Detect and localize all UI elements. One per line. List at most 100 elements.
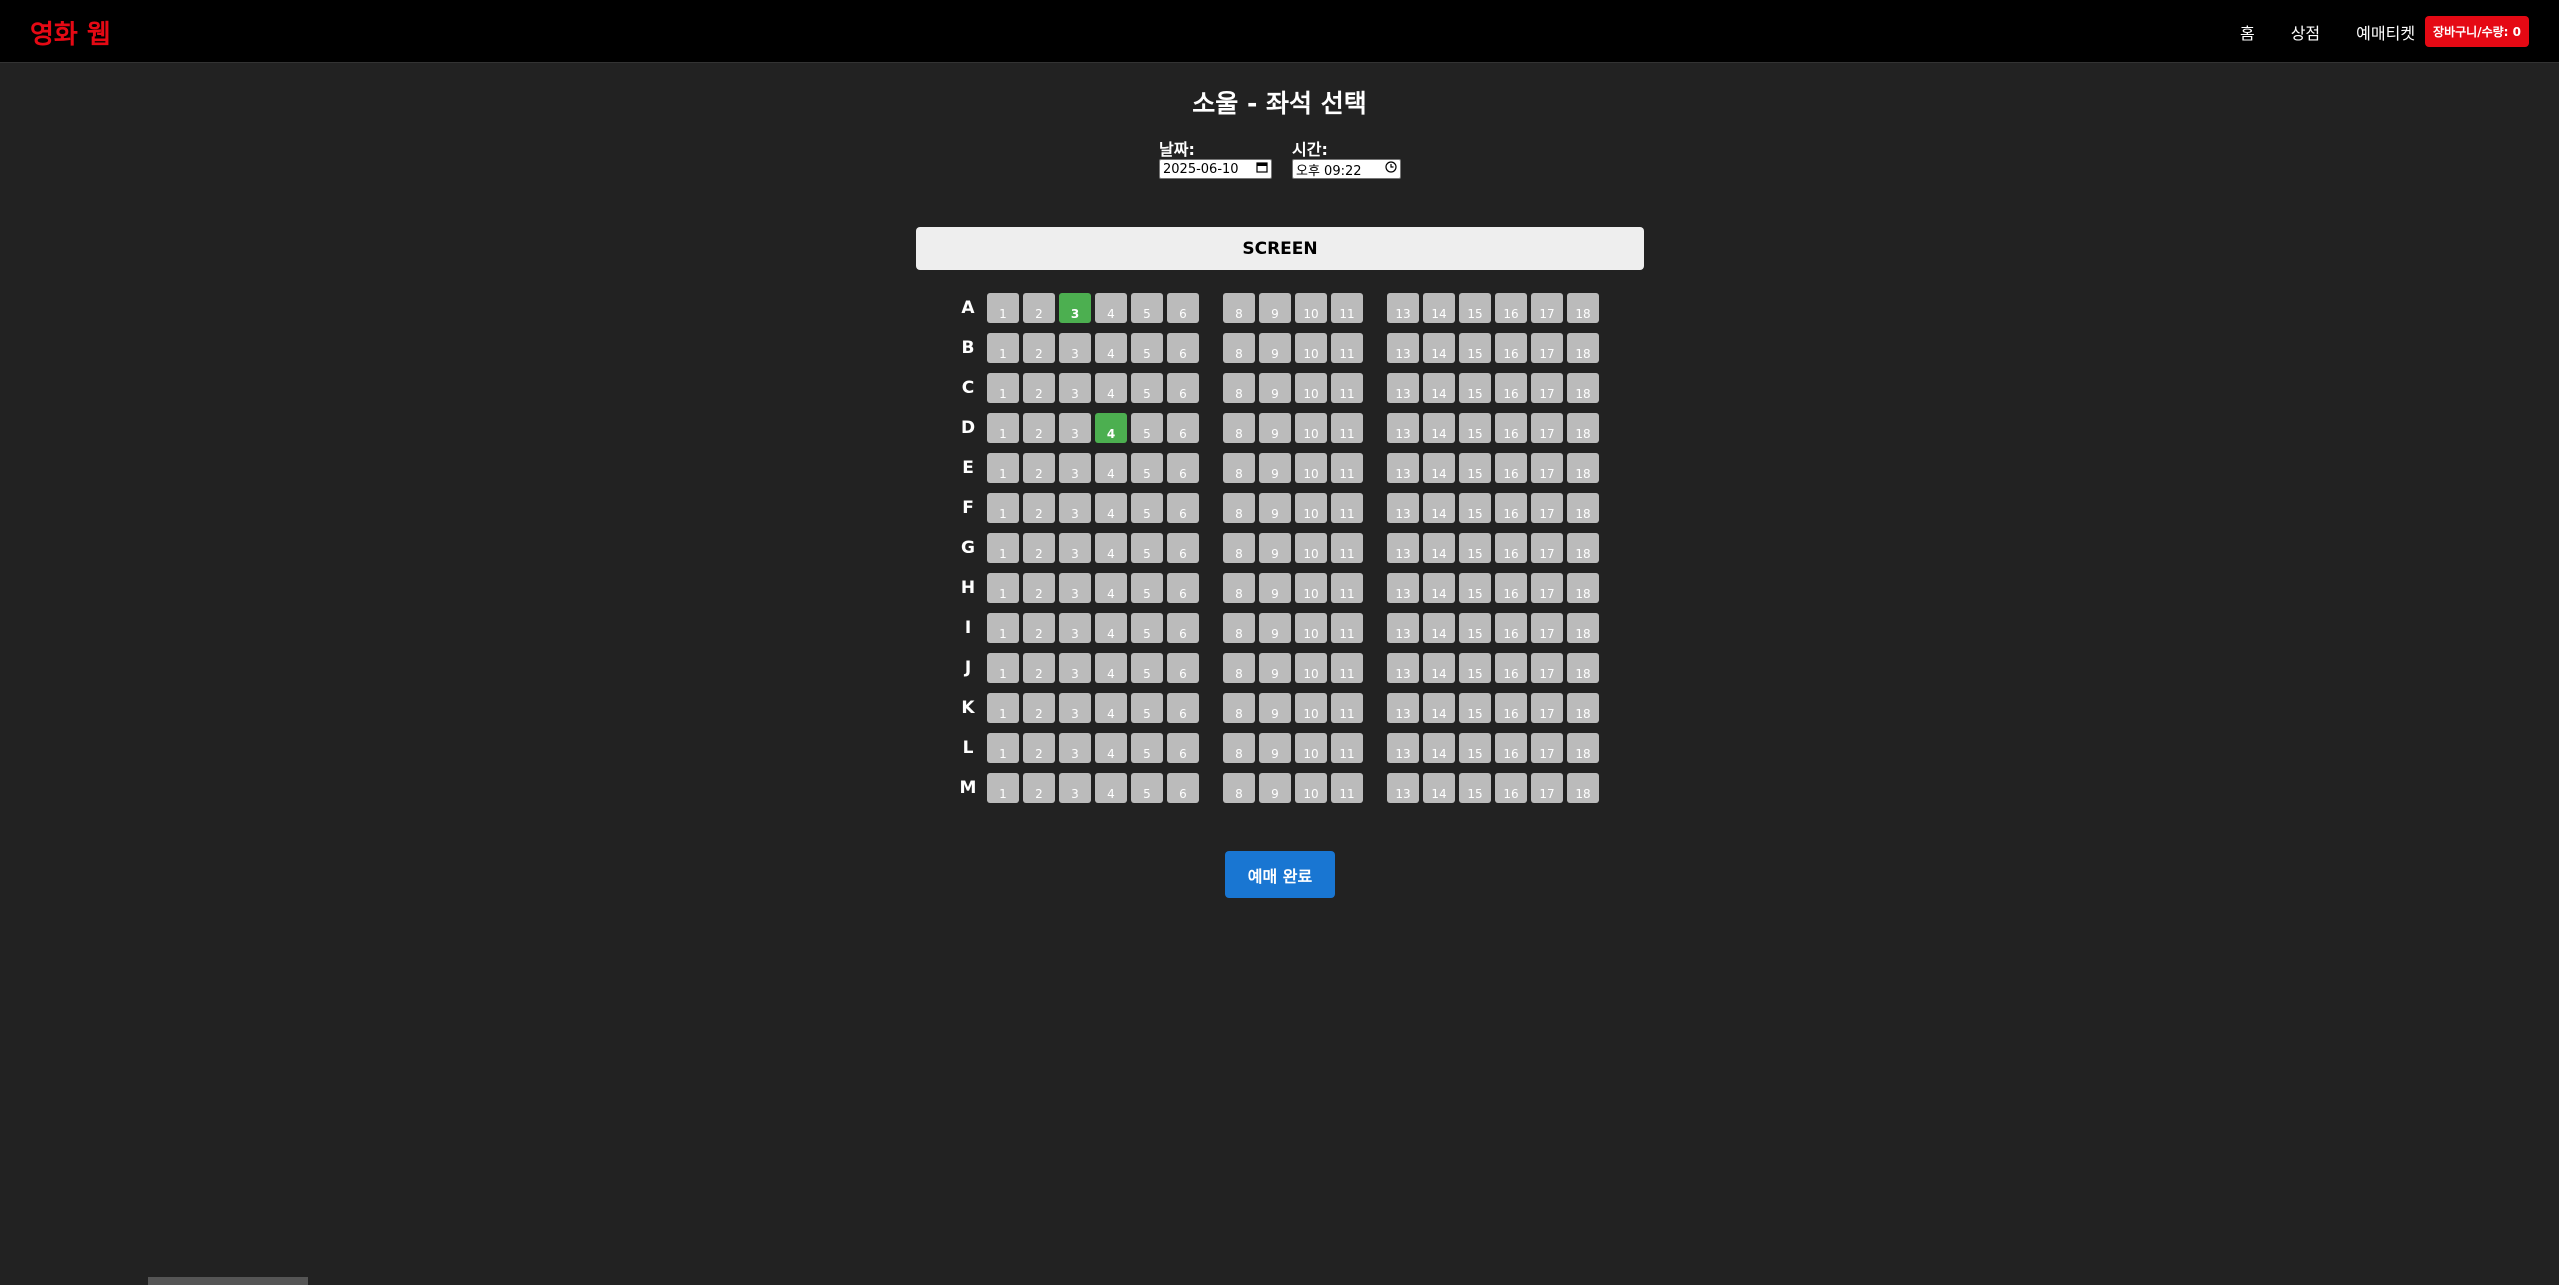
seat-k-4[interactable]: 4 — [1095, 693, 1127, 723]
seat-j-9[interactable]: 9 — [1259, 653, 1291, 683]
seat-k-18[interactable]: 18 — [1567, 693, 1599, 723]
seat-d-18[interactable]: 18 — [1567, 413, 1599, 443]
seat-m-6[interactable]: 6 — [1167, 773, 1199, 803]
seat-e-14[interactable]: 14 — [1423, 453, 1455, 483]
seat-f-16[interactable]: 16 — [1495, 493, 1527, 523]
seat-f-9[interactable]: 9 — [1259, 493, 1291, 523]
seat-f-4[interactable]: 4 — [1095, 493, 1127, 523]
seat-k-3[interactable]: 3 — [1059, 693, 1091, 723]
seat-c-8[interactable]: 8 — [1223, 373, 1255, 403]
seat-b-17[interactable]: 17 — [1531, 333, 1563, 363]
nav-tickets-link[interactable]: 예매티켓 — [2356, 20, 2415, 44]
seat-m-8[interactable]: 8 — [1223, 773, 1255, 803]
seat-i-17[interactable]: 17 — [1531, 613, 1563, 643]
seat-m-17[interactable]: 17 — [1531, 773, 1563, 803]
seat-m-5[interactable]: 5 — [1131, 773, 1163, 803]
seat-c-16[interactable]: 16 — [1495, 373, 1527, 403]
seat-j-6[interactable]: 6 — [1167, 653, 1199, 683]
seat-f-14[interactable]: 14 — [1423, 493, 1455, 523]
seat-j-18[interactable]: 18 — [1567, 653, 1599, 683]
seat-k-16[interactable]: 16 — [1495, 693, 1527, 723]
seat-j-11[interactable]: 11 — [1331, 653, 1363, 683]
seat-k-5[interactable]: 5 — [1131, 693, 1163, 723]
seat-k-11[interactable]: 11 — [1331, 693, 1363, 723]
seat-d-15[interactable]: 15 — [1459, 413, 1491, 443]
seat-j-4[interactable]: 4 — [1095, 653, 1127, 683]
seat-g-10[interactable]: 10 — [1295, 533, 1327, 563]
seat-g-1[interactable]: 1 — [987, 533, 1019, 563]
seat-k-14[interactable]: 14 — [1423, 693, 1455, 723]
seat-h-18[interactable]: 18 — [1567, 573, 1599, 603]
seat-c-10[interactable]: 10 — [1295, 373, 1327, 403]
seat-d-4[interactable]: 4 — [1095, 413, 1127, 443]
seat-i-11[interactable]: 11 — [1331, 613, 1363, 643]
seat-f-1[interactable]: 1 — [987, 493, 1019, 523]
seat-d-1[interactable]: 1 — [987, 413, 1019, 443]
seat-e-17[interactable]: 17 — [1531, 453, 1563, 483]
seat-f-5[interactable]: 5 — [1131, 493, 1163, 523]
seat-j-10[interactable]: 10 — [1295, 653, 1327, 683]
seat-m-13[interactable]: 13 — [1387, 773, 1419, 803]
seat-a-14[interactable]: 14 — [1423, 293, 1455, 323]
seat-b-16[interactable]: 16 — [1495, 333, 1527, 363]
seat-m-10[interactable]: 10 — [1295, 773, 1327, 803]
seat-m-2[interactable]: 2 — [1023, 773, 1055, 803]
seat-h-9[interactable]: 9 — [1259, 573, 1291, 603]
seat-h-17[interactable]: 17 — [1531, 573, 1563, 603]
seat-g-8[interactable]: 8 — [1223, 533, 1255, 563]
seat-l-8[interactable]: 8 — [1223, 733, 1255, 763]
seat-c-6[interactable]: 6 — [1167, 373, 1199, 403]
seat-j-15[interactable]: 15 — [1459, 653, 1491, 683]
horizontal-scrollbar[interactable] — [148, 1277, 308, 1285]
seat-e-3[interactable]: 3 — [1059, 453, 1091, 483]
seat-d-5[interactable]: 5 — [1131, 413, 1163, 443]
seat-k-13[interactable]: 13 — [1387, 693, 1419, 723]
seat-c-9[interactable]: 9 — [1259, 373, 1291, 403]
seat-a-16[interactable]: 16 — [1495, 293, 1527, 323]
seat-i-18[interactable]: 18 — [1567, 613, 1599, 643]
seat-j-13[interactable]: 13 — [1387, 653, 1419, 683]
seat-f-15[interactable]: 15 — [1459, 493, 1491, 523]
seat-d-11[interactable]: 11 — [1331, 413, 1363, 443]
seat-i-9[interactable]: 9 — [1259, 613, 1291, 643]
seat-b-18[interactable]: 18 — [1567, 333, 1599, 363]
seat-a-13[interactable]: 13 — [1387, 293, 1419, 323]
seat-i-1[interactable]: 1 — [987, 613, 1019, 643]
seat-f-11[interactable]: 11 — [1331, 493, 1363, 523]
seat-f-6[interactable]: 6 — [1167, 493, 1199, 523]
seat-k-17[interactable]: 17 — [1531, 693, 1563, 723]
seat-d-13[interactable]: 13 — [1387, 413, 1419, 443]
seat-e-16[interactable]: 16 — [1495, 453, 1527, 483]
seat-l-10[interactable]: 10 — [1295, 733, 1327, 763]
seat-f-10[interactable]: 10 — [1295, 493, 1327, 523]
seat-h-8[interactable]: 8 — [1223, 573, 1255, 603]
seat-j-14[interactable]: 14 — [1423, 653, 1455, 683]
seat-c-13[interactable]: 13 — [1387, 373, 1419, 403]
seat-m-15[interactable]: 15 — [1459, 773, 1491, 803]
seat-b-9[interactable]: 9 — [1259, 333, 1291, 363]
seat-a-18[interactable]: 18 — [1567, 293, 1599, 323]
seat-g-9[interactable]: 9 — [1259, 533, 1291, 563]
seat-f-2[interactable]: 2 — [1023, 493, 1055, 523]
seat-c-3[interactable]: 3 — [1059, 373, 1091, 403]
seat-m-14[interactable]: 14 — [1423, 773, 1455, 803]
seat-b-4[interactable]: 4 — [1095, 333, 1127, 363]
seat-l-5[interactable]: 5 — [1131, 733, 1163, 763]
seat-f-18[interactable]: 18 — [1567, 493, 1599, 523]
seat-b-15[interactable]: 15 — [1459, 333, 1491, 363]
seat-h-1[interactable]: 1 — [987, 573, 1019, 603]
seat-c-15[interactable]: 15 — [1459, 373, 1491, 403]
seat-k-9[interactable]: 9 — [1259, 693, 1291, 723]
seat-l-4[interactable]: 4 — [1095, 733, 1127, 763]
seat-f-13[interactable]: 13 — [1387, 493, 1419, 523]
seat-h-16[interactable]: 16 — [1495, 573, 1527, 603]
seat-j-17[interactable]: 17 — [1531, 653, 1563, 683]
seat-h-3[interactable]: 3 — [1059, 573, 1091, 603]
seat-m-3[interactable]: 3 — [1059, 773, 1091, 803]
seat-l-11[interactable]: 11 — [1331, 733, 1363, 763]
seat-g-14[interactable]: 14 — [1423, 533, 1455, 563]
seat-j-5[interactable]: 5 — [1131, 653, 1163, 683]
seat-e-2[interactable]: 2 — [1023, 453, 1055, 483]
seat-a-11[interactable]: 11 — [1331, 293, 1363, 323]
seat-m-18[interactable]: 18 — [1567, 773, 1599, 803]
